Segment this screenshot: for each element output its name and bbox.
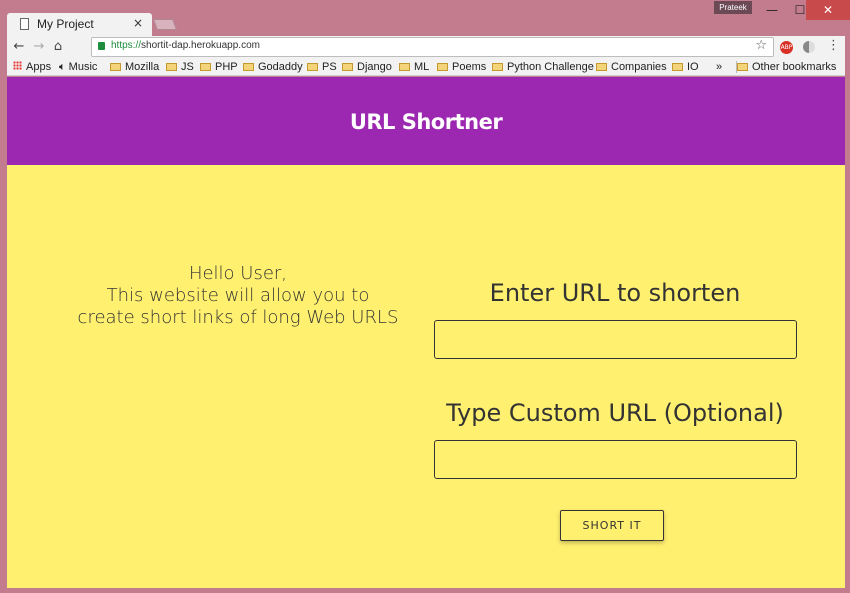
bookmark-companies[interactable]: Companies bbox=[596, 60, 667, 74]
new-tab-button[interactable] bbox=[152, 19, 178, 30]
kebab-menu-icon[interactable]: ⋮ bbox=[827, 38, 840, 53]
address-bar[interactable]: https://shortit-dap.herokuapp.com ☆ bbox=[91, 37, 774, 57]
folder-icon bbox=[243, 63, 254, 71]
speaker-icon: 🔈︎ bbox=[59, 61, 66, 73]
tab-my-project[interactable]: My Project × bbox=[7, 13, 152, 36]
site-title: URL Shortner bbox=[349, 110, 503, 134]
apps-icon bbox=[13, 61, 22, 70]
intro-text: Hello User, This website will allow you … bbox=[67, 263, 409, 329]
bookmark-io[interactable]: IO bbox=[672, 60, 699, 74]
bookmark-ps[interactable]: PS bbox=[307, 60, 337, 74]
bookmark-label: Other bookmarks bbox=[752, 61, 837, 73]
short-it-button[interactable]: SHORT IT bbox=[560, 510, 664, 541]
intro-line-3: create short links of long Web URLS bbox=[77, 307, 399, 328]
bookmark-label: JS bbox=[181, 61, 194, 73]
bookmark-star-icon[interactable]: ☆ bbox=[755, 38, 767, 53]
bookmark-music[interactable]: 🔈︎ Music bbox=[59, 60, 97, 74]
bookmark-label: Music bbox=[68, 61, 98, 73]
folder-icon bbox=[672, 63, 683, 71]
folder-icon bbox=[110, 63, 121, 71]
browser-window: My Project × Prateek — ☐ ✕ ← → ⌂ https:/… bbox=[0, 0, 850, 593]
bookmark-label: IO bbox=[687, 61, 699, 73]
url-scheme: https:// bbox=[111, 40, 142, 51]
forward-arrow-icon[interactable]: → bbox=[31, 39, 47, 55]
bookmark-apps[interactable]: Apps bbox=[13, 60, 51, 74]
bookmark-php[interactable]: PHP bbox=[200, 60, 238, 74]
folder-icon bbox=[307, 63, 318, 71]
url-input[interactable] bbox=[434, 320, 797, 359]
intro-greeting: Hello User, bbox=[188, 263, 288, 284]
browser-toolbar: ← → ⌂ https://shortit-dap.herokuapp.com … bbox=[7, 36, 845, 58]
folder-icon bbox=[437, 63, 448, 71]
bookmark-poems[interactable]: Poems bbox=[437, 60, 486, 74]
folder-icon bbox=[166, 63, 177, 71]
bookmark-label: Companies bbox=[611, 61, 667, 73]
bookmark-godaddy[interactable]: Godaddy bbox=[243, 60, 303, 74]
page-content: URL Shortner Hello User, This website wi… bbox=[7, 77, 845, 588]
bookmark-label: Python Challenge bbox=[507, 61, 594, 73]
bookmark-ml[interactable]: ML bbox=[399, 60, 429, 74]
profile-badge[interactable]: Prateek bbox=[714, 1, 752, 14]
tab-title: My Project bbox=[37, 17, 94, 31]
close-window-button[interactable]: ✕ bbox=[806, 0, 850, 20]
home-icon[interactable]: ⌂ bbox=[50, 39, 66, 55]
folder-icon bbox=[737, 63, 748, 71]
bookmark-django[interactable]: Django bbox=[342, 60, 392, 74]
custom-url-label: Type Custom URL (Optional) bbox=[446, 399, 784, 427]
folder-icon bbox=[492, 63, 503, 71]
contrast-extension-icon[interactable] bbox=[803, 41, 815, 53]
title-bar: My Project × Prateek — ☐ ✕ bbox=[0, 0, 850, 36]
bookmark-label: Godaddy bbox=[258, 61, 303, 73]
address-url: https://shortit-dap.herokuapp.com bbox=[111, 40, 260, 51]
custom-url-input[interactable] bbox=[434, 440, 797, 479]
adblock-extension-icon[interactable]: ABP bbox=[780, 41, 793, 54]
bookmark-python-challenge[interactable]: Python Challenge bbox=[492, 60, 594, 74]
bookmark-js[interactable]: JS bbox=[166, 60, 194, 74]
tab-close-icon[interactable]: × bbox=[133, 16, 143, 30]
intro-line-2: This website will allow you to bbox=[106, 285, 370, 306]
lock-icon bbox=[98, 42, 105, 50]
folder-icon bbox=[342, 63, 353, 71]
bookmarks-bar: Apps 🔈︎ Music Mozilla JS PHP Godaddy PS … bbox=[7, 58, 845, 76]
page-icon bbox=[20, 18, 29, 30]
bookmark-label: Poems bbox=[452, 61, 487, 73]
bookmark-label: ML bbox=[414, 61, 430, 73]
bookmark-label: Django bbox=[357, 61, 392, 73]
url-label: Enter URL to shorten bbox=[489, 279, 741, 307]
bookmark-label: PS bbox=[322, 61, 337, 73]
folder-icon bbox=[596, 63, 607, 71]
url-host: shortit-dap.herokuapp.com bbox=[141, 40, 260, 51]
minimize-button[interactable]: — bbox=[758, 0, 786, 20]
bookmarks-overflow-button[interactable]: » bbox=[716, 60, 722, 74]
bookmark-mozilla[interactable]: Mozilla bbox=[110, 60, 159, 74]
folder-icon bbox=[399, 63, 410, 71]
site-header: URL Shortner bbox=[7, 77, 845, 165]
folder-icon bbox=[200, 63, 211, 71]
bookmark-label: PHP bbox=[215, 61, 238, 73]
other-bookmarks[interactable]: Other bookmarks bbox=[737, 60, 836, 74]
bookmark-label: Apps bbox=[26, 61, 52, 73]
bookmark-label: Mozilla bbox=[125, 61, 160, 73]
back-arrow-icon[interactable]: ← bbox=[11, 39, 27, 55]
